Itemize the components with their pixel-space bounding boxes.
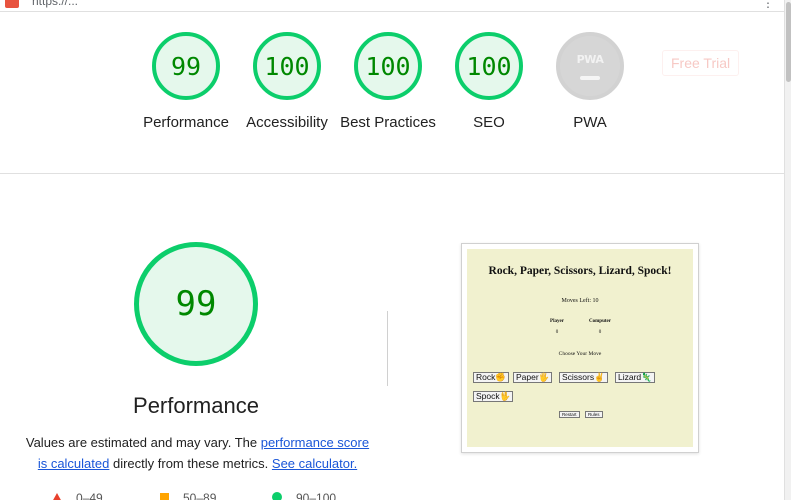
fail-triangle-icon	[52, 493, 62, 500]
gauge-label: PWA	[573, 114, 607, 131]
legend-range: 50–89	[183, 491, 217, 500]
gauge-ring: 100	[455, 32, 523, 100]
scrollbar-thumb[interactable]	[786, 2, 791, 82]
see-calculator-link[interactable]: See calculator.	[272, 456, 357, 471]
performance-title: Performance	[133, 393, 259, 418]
gauge-best-practices[interactable]: 100 Best Practices	[338, 32, 438, 133]
performance-score: 99	[175, 284, 217, 324]
performance-description: Values are estimated and may vary. The p…	[25, 432, 370, 474]
pwa-badge-text: PWA	[576, 52, 604, 66]
moves-left: Moves Left: 10	[561, 298, 599, 304]
gauge-ring: 99	[152, 32, 220, 100]
scissors-button: Scissors✌	[559, 372, 608, 383]
pass-circle-icon	[272, 492, 282, 500]
rules-button: Rules	[585, 411, 603, 418]
gauge-score: 100	[466, 51, 512, 81]
gauge-score: 99	[170, 51, 202, 81]
section-divider	[387, 311, 388, 386]
spock-button: Spock🖖	[473, 391, 514, 402]
game-title: Rock, Paper, Scissors, Lizard, Spock!	[488, 265, 672, 277]
scrollbar[interactable]	[784, 0, 791, 500]
gauge-performance[interactable]: 99 Performance	[136, 32, 236, 133]
gauge-label: Best Practices	[340, 114, 436, 131]
legend-range: 0–49	[76, 491, 103, 500]
gauge-ring: 100	[354, 32, 422, 100]
gauge-label: SEO	[473, 114, 505, 131]
restart-button: Restart	[559, 411, 580, 418]
legend-pass: 90–100	[272, 491, 336, 500]
gauge-ring: 100	[253, 32, 321, 100]
lizard-button: Lizard🦎	[615, 372, 655, 383]
screenshot-page: Rock, Paper, Scissors, Lizard, Spock! Mo…	[467, 249, 693, 447]
kebab-menu-icon[interactable]: ⋮	[762, 0, 774, 10]
gauge-seo[interactable]: 100 SEO	[439, 32, 539, 133]
pwa-badge-icon: PWA	[556, 32, 624, 100]
gauge-label: Accessibility	[246, 114, 328, 131]
player-score: 0	[555, 330, 559, 335]
report-url[interactable]: https://...	[32, 0, 78, 8]
computer-score: 0	[598, 330, 602, 335]
pwa-dash-icon	[580, 75, 600, 80]
player-label: Player	[550, 319, 564, 324]
paper-button: Paper🖐	[513, 372, 553, 383]
choose-move-label: Choose Your Move	[558, 351, 602, 357]
free-trial-button[interactable]: Free Trial	[662, 50, 740, 76]
computer-label: Computer	[589, 319, 611, 324]
legend-average: 50–89	[160, 491, 216, 500]
url-bar: https://... ⋮	[0, 0, 784, 12]
rock-button: Rock✊	[473, 372, 509, 383]
final-screenshot-thumbnail[interactable]: Rock, Paper, Scissors, Lizard, Spock! Mo…	[461, 243, 699, 453]
description-text: directly from these metrics.	[109, 456, 272, 471]
gauge-accessibility[interactable]: 100 Accessibility	[237, 32, 337, 133]
average-square-icon	[160, 493, 169, 500]
legend-fail: 0–49	[52, 491, 103, 500]
lighthouse-logo-icon	[5, 0, 19, 8]
performance-gauge: 99	[134, 242, 258, 366]
description-text: Values are estimated and may vary. The	[25, 435, 261, 450]
gauge-pwa[interactable]: PWA PWA	[540, 32, 640, 133]
gauge-score: 100	[264, 51, 310, 81]
score-scale-legend: 0–49 50–89 90–100	[52, 491, 372, 500]
gauge-label: Performance	[143, 114, 229, 131]
gauge-score: 100	[365, 51, 411, 81]
legend-range: 90–100	[296, 491, 337, 500]
scores-summary: 99 Performance 100 Accessibility 100 Bes…	[0, 12, 784, 174]
